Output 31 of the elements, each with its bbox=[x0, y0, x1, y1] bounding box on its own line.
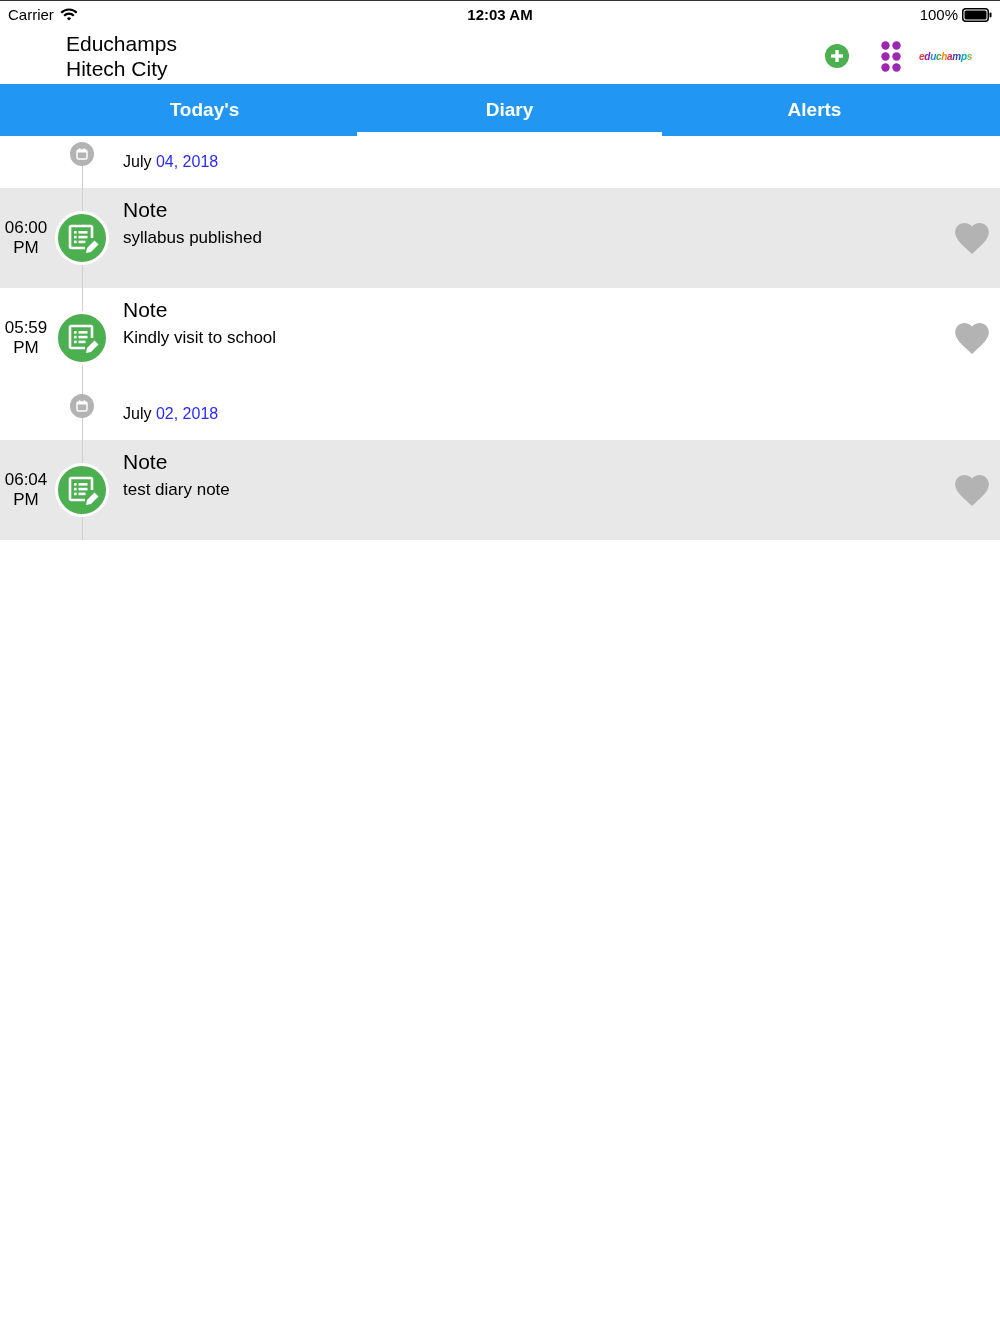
note-icon bbox=[55, 311, 109, 365]
entry-title: Note bbox=[123, 198, 168, 222]
note-icon bbox=[55, 211, 109, 265]
add-icon[interactable] bbox=[825, 44, 850, 68]
entry-time: 06:04 PM bbox=[4, 470, 48, 510]
brand-logo[interactable]: educhamps bbox=[919, 50, 972, 62]
battery-percent: 100% bbox=[919, 6, 958, 23]
carrier-label: Carrier bbox=[8, 6, 54, 23]
entry-text: syllabus published bbox=[123, 228, 262, 248]
branch-name: Hitech City bbox=[66, 56, 169, 81]
date-label: July 04, 2018 bbox=[122, 152, 219, 172]
calendar-icon bbox=[70, 394, 94, 418]
entry-title: Note bbox=[123, 450, 168, 474]
entry-time: 05:59 PM bbox=[4, 318, 48, 358]
wifi-icon bbox=[59, 8, 78, 21]
calendar-icon bbox=[70, 142, 94, 166]
entry-title: Note bbox=[123, 298, 168, 322]
school-name: Educhamps bbox=[66, 31, 177, 56]
date-label: July 02, 2018 bbox=[122, 404, 219, 424]
entry-text: Kindly visit to school bbox=[123, 328, 277, 348]
battery-icon bbox=[962, 7, 992, 22]
heart-icon[interactable] bbox=[955, 474, 989, 506]
heart-icon[interactable] bbox=[955, 322, 989, 354]
clock-time: 12:03 AM bbox=[467, 6, 533, 23]
entry-text: test diary note bbox=[123, 480, 230, 500]
diary-entry[interactable]: 06:04 PM Note test diary note bbox=[0, 440, 1000, 540]
apps-grid-icon[interactable] bbox=[881, 40, 902, 72]
diary-entry[interactable]: 06:00 PM Note syllabus published bbox=[0, 188, 1000, 288]
heart-icon[interactable] bbox=[955, 222, 989, 254]
entry-time: 06:00 PM bbox=[4, 218, 48, 258]
note-icon bbox=[55, 463, 109, 517]
